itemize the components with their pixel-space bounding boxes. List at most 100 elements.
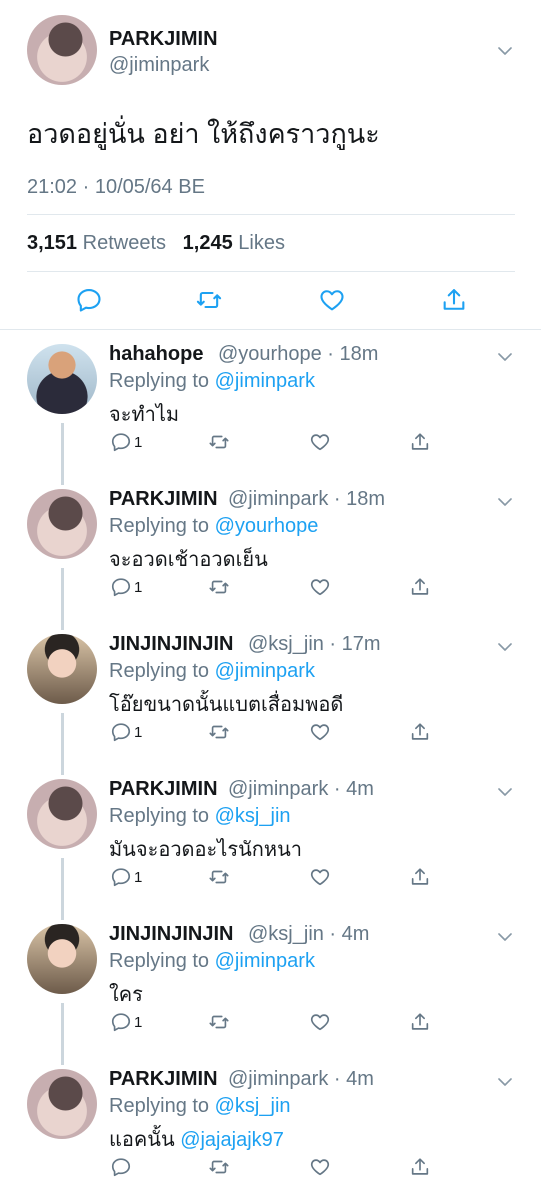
reply-icon bbox=[111, 868, 131, 887]
chevron-down-icon[interactable] bbox=[496, 638, 514, 656]
likes-label: Likes bbox=[238, 232, 285, 254]
reply-count: 1 bbox=[134, 578, 143, 596]
like-button[interactable] bbox=[309, 575, 331, 599]
heart-icon bbox=[310, 869, 330, 886]
reply-text: ใคร bbox=[109, 978, 143, 1010]
retweet-icon bbox=[209, 1160, 229, 1174]
tweet-timestamp[interactable]: 21:02 · 10/05/64 BE bbox=[27, 176, 205, 199]
display-name[interactable]: PARKJIMIN bbox=[109, 488, 218, 511]
avatar[interactable] bbox=[27, 489, 97, 559]
reply-tweet[interactable]: hahahope @yourhope · 18m Replying to @ji… bbox=[0, 332, 541, 477]
mention-link[interactable]: @yourhope bbox=[215, 515, 319, 537]
avatar[interactable] bbox=[27, 634, 97, 704]
reply-button[interactable]: 1 bbox=[110, 1010, 142, 1034]
heart-icon bbox=[310, 579, 330, 596]
reply-icon bbox=[111, 723, 131, 742]
retweet-icon bbox=[209, 435, 229, 449]
retweet-stat[interactable]: 3,151 Retweets bbox=[27, 232, 166, 254]
like-button[interactable] bbox=[309, 430, 331, 454]
retweet-button[interactable] bbox=[208, 575, 230, 599]
main-tweet: PARKJIMIN @jiminpark อวดอยู่นั่น อย่า ให… bbox=[0, 0, 541, 330]
avatar[interactable] bbox=[27, 15, 97, 85]
mention-link[interactable]: @jajajajk97 bbox=[180, 1129, 284, 1151]
share-icon[interactable] bbox=[440, 286, 468, 314]
chevron-down-icon[interactable] bbox=[496, 493, 514, 511]
reply-tweet[interactable]: PARKJIMIN @jiminpark · 4m Replying to @k… bbox=[0, 1057, 541, 1200]
heart-icon[interactable] bbox=[318, 286, 346, 314]
reply-text-body: จะอวดเช้าอวดเย็น bbox=[109, 549, 268, 571]
display-name[interactable]: JINJINJINJIN bbox=[109, 633, 234, 656]
reply-tweet[interactable]: PARKJIMIN @jiminpark · 18m Replying to @… bbox=[0, 477, 541, 622]
mention-link[interactable]: @ksj_jin bbox=[215, 805, 291, 827]
like-button[interactable] bbox=[309, 1155, 331, 1179]
user-handle[interactable]: @jiminpark · 18m bbox=[228, 488, 385, 511]
reply-tweet[interactable]: JINJINJINJIN @ksj_jin · 4m Replying to @… bbox=[0, 912, 541, 1057]
mention-link[interactable]: @jiminpark bbox=[215, 370, 315, 392]
retweet-button[interactable] bbox=[208, 430, 230, 454]
reply-icon[interactable] bbox=[75, 286, 103, 314]
likes-count: 1,245 bbox=[182, 232, 233, 254]
reply-button[interactable]: 1 bbox=[110, 575, 142, 599]
avatar[interactable] bbox=[27, 924, 97, 994]
share-icon bbox=[411, 1013, 429, 1030]
reply-button[interactable]: 1 bbox=[110, 430, 142, 454]
reply-button[interactable]: 1 bbox=[110, 865, 142, 889]
replying-prefix: Replying to bbox=[109, 660, 210, 682]
reply-tweet[interactable]: PARKJIMIN @jiminpark · 4m Replying to @k… bbox=[0, 767, 541, 912]
mention-link[interactable]: @jiminpark bbox=[215, 660, 315, 682]
retweet-button[interactable] bbox=[208, 720, 230, 744]
share-button[interactable] bbox=[409, 720, 431, 744]
reply-count: 1 bbox=[134, 868, 143, 886]
share-button[interactable] bbox=[409, 430, 431, 454]
like-button[interactable] bbox=[309, 865, 331, 889]
reply-text: จะทำไม bbox=[109, 398, 179, 430]
heart-icon bbox=[310, 724, 330, 741]
reply-count: 1 bbox=[134, 433, 143, 451]
replying-to: Replying to @yourhope bbox=[109, 515, 318, 538]
user-handle[interactable]: @ksj_jin · 17m bbox=[248, 633, 381, 656]
user-handle[interactable]: @jiminpark · 4m bbox=[228, 1068, 374, 1091]
reply-text-body: แอคนั้น bbox=[109, 1129, 181, 1151]
display-name[interactable]: JINJINJINJIN bbox=[109, 923, 234, 946]
retweets-label: Retweets bbox=[82, 232, 166, 254]
chevron-down-icon[interactable] bbox=[496, 348, 514, 366]
retweet-button[interactable] bbox=[208, 865, 230, 889]
share-button[interactable] bbox=[409, 865, 431, 889]
like-button[interactable] bbox=[309, 720, 331, 744]
retweet-button[interactable] bbox=[208, 1010, 230, 1034]
retweets-count: 3,151 bbox=[27, 232, 78, 254]
user-handle[interactable]: @jiminpark bbox=[109, 54, 209, 77]
avatar[interactable] bbox=[27, 1069, 97, 1139]
avatar[interactable] bbox=[27, 344, 97, 414]
reply-button[interactable]: 1 bbox=[110, 720, 142, 744]
chevron-down-icon[interactable] bbox=[496, 783, 514, 801]
user-handle[interactable]: @jiminpark · 4m bbox=[228, 778, 374, 801]
retweet-icon bbox=[209, 1015, 229, 1029]
display-name[interactable]: hahahope bbox=[109, 343, 203, 366]
mention-link[interactable]: @jiminpark bbox=[215, 950, 315, 972]
display-name[interactable]: PARKJIMIN bbox=[109, 28, 218, 51]
divider bbox=[27, 271, 515, 272]
share-button[interactable] bbox=[409, 1010, 431, 1034]
like-button[interactable] bbox=[309, 1010, 331, 1034]
reply-count: 1 bbox=[134, 1013, 143, 1031]
replying-prefix: Replying to bbox=[109, 370, 210, 392]
retweet-icon[interactable] bbox=[195, 286, 223, 314]
like-stat[interactable]: 1,245 Likes bbox=[183, 232, 285, 254]
share-button[interactable] bbox=[409, 1155, 431, 1179]
reply-button[interactable] bbox=[110, 1155, 134, 1179]
avatar[interactable] bbox=[27, 779, 97, 849]
share-button[interactable] bbox=[409, 575, 431, 599]
reply-count: 1 bbox=[134, 723, 143, 741]
reply-tweet[interactable]: JINJINJINJIN @ksj_jin · 17m Replying to … bbox=[0, 622, 541, 767]
chevron-down-icon[interactable] bbox=[496, 1073, 514, 1091]
reply-icon bbox=[111, 578, 131, 597]
display-name[interactable]: PARKJIMIN bbox=[109, 778, 218, 801]
chevron-down-icon[interactable] bbox=[496, 42, 514, 60]
mention-link[interactable]: @ksj_jin bbox=[215, 1095, 291, 1117]
display-name[interactable]: PARKJIMIN bbox=[109, 1068, 218, 1091]
retweet-button[interactable] bbox=[208, 1155, 230, 1179]
chevron-down-icon[interactable] bbox=[496, 928, 514, 946]
user-handle[interactable]: @ksj_jin · 4m bbox=[248, 923, 369, 946]
user-handle[interactable]: @yourhope · 18m bbox=[218, 343, 378, 366]
